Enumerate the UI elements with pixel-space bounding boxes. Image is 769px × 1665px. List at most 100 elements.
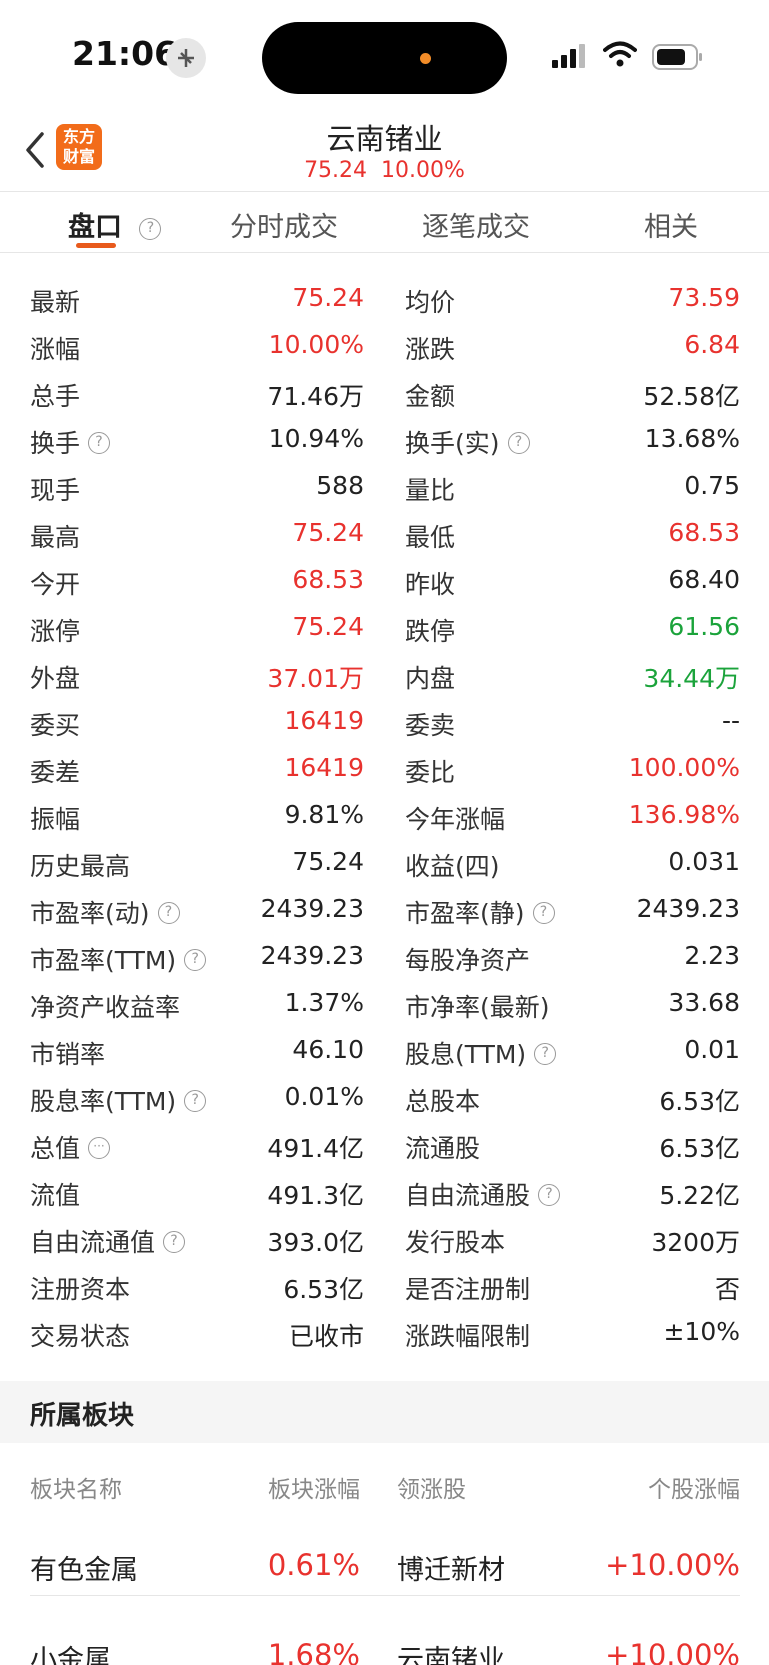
stat-label-text: 最高 <box>30 523 81 552</box>
stat-label: 换手(实)? <box>405 424 530 460</box>
stat-cell: 流通股 6.53亿 <box>405 1123 740 1170</box>
stat-label: 市盈率(动)? <box>30 894 180 930</box>
sector-row[interactable]: 有色金属 0.61% 博迁新材 +10.00% <box>30 1530 740 1620</box>
stat-label: 每股净资产 <box>405 941 530 977</box>
stat-row: 最新 75.24 均价 73.59 <box>30 277 740 324</box>
stat-label-text: 振幅 <box>30 805 81 834</box>
stat-label-text: 总值 <box>30 1134 81 1163</box>
battery-icon <box>652 44 702 70</box>
stat-label: 市盈率(TTM)? <box>30 941 207 977</box>
stat-cell: 是否注册制 否 <box>405 1264 740 1311</box>
stat-label: 流通股 <box>405 1129 480 1165</box>
help-icon[interactable]: ? <box>157 902 180 924</box>
tab-tick-trades[interactable]: 逐笔成交 <box>422 205 530 244</box>
stat-cell: 股息率(TTM)? 0.01% <box>30 1076 364 1123</box>
stat-value: 1.37% <box>284 988 364 1017</box>
stat-label-text: 今年涨幅 <box>405 805 506 834</box>
stat-label-text: 市盈率(动) <box>30 899 150 928</box>
stat-label: 交易状态 <box>30 1317 130 1353</box>
stat-label-text: 委比 <box>405 758 456 787</box>
stat-label-text: 均价 <box>405 288 456 317</box>
stat-value: -- <box>721 706 740 735</box>
tab-bar: 盘口 ? 分时成交 逐笔成交 相关 <box>0 193 769 253</box>
stat-value: 68.53 <box>668 518 740 547</box>
wifi-icon <box>603 41 637 67</box>
stat-value: 0.75 <box>684 471 740 500</box>
help-icon[interactable]: ? <box>534 1043 557 1065</box>
stat-label: 委差 <box>30 753 80 789</box>
help-icon[interactable]: ? <box>163 1231 186 1253</box>
stat-value: 2439.23 <box>260 894 364 923</box>
stat-label: 流值 <box>30 1176 80 1212</box>
stat-value: 491.4亿 <box>267 1134 364 1163</box>
sector-section-header: 所属板块 <box>0 1381 769 1443</box>
stat-cell: 跌停 61.56 <box>405 606 740 653</box>
help-icon[interactable]: ? <box>538 1184 561 1206</box>
stat-label-text: 收益(四) <box>405 852 500 881</box>
stat-label-text: 跌停 <box>405 617 456 646</box>
stat-value: 75.24 <box>292 283 364 312</box>
stock-quote: 75.24 10.00% <box>0 158 769 183</box>
help-icon[interactable]: ? <box>184 949 207 971</box>
stat-cell: 每股净资产 2.23 <box>405 935 740 982</box>
stat-row: 涨幅 10.00% 涨跌 6.84 <box>30 324 740 371</box>
sector-name: 有色金属 <box>30 1555 138 1586</box>
stat-label-text: 每股净资产 <box>405 946 531 975</box>
stat-label: 涨跌幅限制 <box>405 1317 530 1353</box>
stat-label-text: 股息率(TTM) <box>30 1087 177 1116</box>
col-header-stock-change: 个股涨幅 <box>648 1477 740 1503</box>
stat-row: 历史最高 75.24 收益(四) 0.031 <box>30 841 740 888</box>
stat-label-text: 总股本 <box>405 1087 481 1116</box>
tab-related[interactable]: 相关 <box>644 205 698 244</box>
stat-label: 最低 <box>405 518 455 554</box>
help-icon[interactable]: ? <box>139 217 162 240</box>
stat-value: 68.53 <box>292 565 364 594</box>
stat-label-text: 涨跌 <box>405 335 456 364</box>
stat-label: 发行股本 <box>405 1223 505 1259</box>
stat-label-text: 涨停 <box>30 617 81 646</box>
stat-row: 股息率(TTM)? 0.01% 总股本 6.53亿 <box>30 1076 740 1123</box>
stat-value: 6.84 <box>684 330 740 359</box>
stat-label: 委比 <box>405 753 455 789</box>
stat-cell: 涨停 75.24 <box>30 606 364 653</box>
stock-change-pct: 10.00% <box>381 158 465 183</box>
stat-value: 2439.23 <box>636 894 740 923</box>
tab-time-sales[interactable]: 分时成交 <box>230 205 338 244</box>
leader-stock: 博迁新材 <box>397 1555 505 1586</box>
stat-value: 136.98% <box>628 800 740 829</box>
stat-cell: 换手(实)? 13.68% <box>405 418 740 465</box>
stat-label-text: 委买 <box>30 711 81 740</box>
stat-cell: 量比 0.75 <box>405 465 740 512</box>
sector-row[interactable]: 小金属 1.68% 云南锗业 +10.00% <box>30 1620 740 1665</box>
stat-value: 75.24 <box>292 847 364 876</box>
stock-price: 75.24 <box>304 158 368 183</box>
stat-label: 委买 <box>30 706 80 742</box>
col-header-leader: 领涨股 <box>397 1477 466 1503</box>
quote-stats-grid: 最新 75.24 均价 73.59 涨幅 10.00% 涨跌 6.84 总手 71.46万 金额 52… <box>30 277 740 1358</box>
stat-row: 总值 ··· 491.4亿 流通股 6.53亿 <box>30 1123 740 1170</box>
tab-pankou[interactable]: 盘口 ? <box>68 205 162 244</box>
help-icon[interactable]: ? <box>184 1090 207 1112</box>
help-icon[interactable]: ? <box>507 432 530 454</box>
col-header-sector-name: 板块名称 <box>30 1477 122 1503</box>
help-icon[interactable]: ? <box>88 432 111 454</box>
stat-label-text: 涨幅 <box>30 335 81 364</box>
help-icon[interactable]: ? <box>532 902 555 924</box>
stat-label: 历史最高 <box>30 847 130 883</box>
stat-cell: 总手 71.46万 <box>30 371 364 418</box>
stat-label: 今年涨幅 <box>405 800 505 836</box>
stat-value: 已收市 <box>288 1322 364 1351</box>
stat-label: 注册资本 <box>30 1270 130 1306</box>
stat-value: 37.01万 <box>267 664 364 693</box>
stat-cell: 换手? 10.94% <box>30 418 364 465</box>
stat-label: 涨停 <box>30 612 80 648</box>
stat-label-text: 市盈率(TTM) <box>30 946 177 975</box>
stat-value: 10.00% <box>268 330 364 359</box>
more-icon[interactable]: ··· <box>88 1137 111 1159</box>
stock-header: 东方 财富 云南锗业 75.24 10.00% <box>0 110 769 192</box>
stat-value: 6.53亿 <box>283 1275 364 1304</box>
stat-value: 75.24 <box>292 518 364 547</box>
stat-cell: 涨幅 10.00% <box>30 324 364 371</box>
status-bar: 21:06 <box>0 0 769 110</box>
stat-label-text: 市净率(最新) <box>405 993 550 1022</box>
